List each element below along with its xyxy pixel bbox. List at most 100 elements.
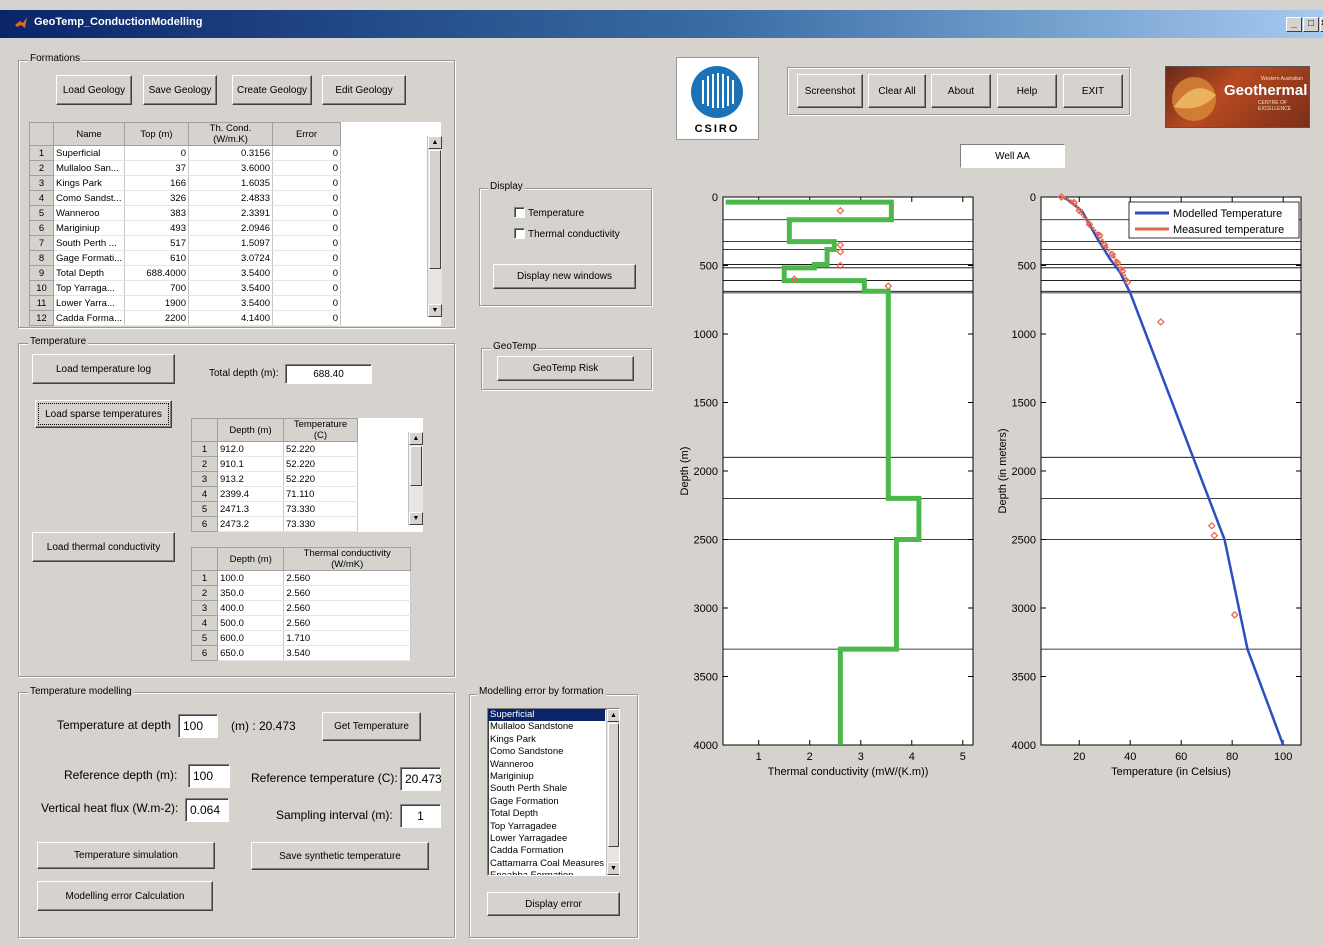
table-row[interactable]: 5 600.0 1.710: [190, 630, 411, 646]
temperature-simulation-button[interactable]: Temperature simulation: [37, 842, 215, 869]
scroll-down-arrow[interactable]: ▼: [428, 304, 442, 317]
table-cell[interactable]: 326: [124, 190, 189, 206]
table-cell[interactable]: 912.0: [217, 441, 284, 457]
table-row[interactable]: 12 Cadda Forma... 2200 4.1400 0: [29, 310, 441, 326]
table-cell[interactable]: 2.3391: [188, 205, 273, 221]
table-cell[interactable]: 37: [124, 160, 189, 176]
table-cell[interactable]: 52.220: [283, 471, 358, 487]
scroll-down-arrow[interactable]: ▼: [409, 512, 423, 525]
table-cell[interactable]: 517: [124, 235, 189, 251]
table-row[interactable]: 7 South Perth ... 517 1.5097 0: [29, 235, 441, 251]
table-cell[interactable]: 2471.3: [217, 501, 284, 517]
table-cell[interactable]: 383: [124, 205, 189, 221]
table-cell[interactable]: 400.0: [217, 600, 285, 616]
scroll-thumb[interactable]: [410, 446, 422, 486]
table-row[interactable]: 9 Total Depth 688.4000 3.5400 0: [29, 265, 441, 281]
table-cell[interactable]: 2.560: [283, 615, 411, 631]
table-row[interactable]: 10 Top Yarraga... 700 3.5400 0: [29, 280, 441, 296]
table-cell[interactable]: 73.330: [283, 516, 358, 532]
load-temperature-log-button[interactable]: Load temperature log: [32, 354, 175, 384]
about-button[interactable]: About: [931, 74, 991, 108]
table-row[interactable]: 1 Superficial 0 0.3156 0: [29, 145, 441, 161]
table-row[interactable]: 6 650.0 3.540: [190, 645, 411, 661]
scroll-thumb[interactable]: [608, 723, 619, 847]
load-sparse-temperatures-button[interactable]: Load sparse temperatures: [35, 400, 172, 428]
table-cell[interactable]: 0: [272, 310, 341, 326]
list-item[interactable]: South Perth Shale: [488, 783, 605, 795]
table-cell[interactable]: 0: [272, 235, 341, 251]
help-button[interactable]: Help: [997, 74, 1057, 108]
table-cell[interactable]: 913.2: [217, 471, 284, 487]
scroll-up-arrow[interactable]: ▲: [607, 709, 619, 722]
table-row[interactable]: 1 912.0 52.220: [191, 441, 423, 457]
table-row[interactable]: 6 2473.2 73.330: [191, 516, 423, 532]
geotemp-risk-button[interactable]: GeoTemp Risk: [497, 356, 634, 381]
table-row[interactable]: 2 350.0 2.560: [190, 585, 411, 601]
table-row[interactable]: 5 Wanneroo 383 2.3391 0: [29, 205, 441, 221]
table-cell[interactable]: 3.5400: [188, 295, 273, 311]
table-cell[interactable]: Gage Formati...: [53, 250, 125, 266]
table-cell[interactable]: 3.5400: [188, 265, 273, 281]
table-row[interactable]: 8 Gage Formati... 610 3.0724 0: [29, 250, 441, 266]
table-cell[interactable]: 493: [124, 220, 189, 236]
table-cell[interactable]: 4.1400: [188, 310, 273, 326]
sparse-temperatures-table[interactable]: Depth (m) Temperature (C) 1 912.0 52.220 2 9…: [191, 418, 423, 532]
table-row[interactable]: 3 Kings Park 166 1.6035 0: [29, 175, 441, 191]
list-item[interactable]: Top Yarragadee: [488, 821, 605, 833]
table-row[interactable]: 2 910.1 52.220: [191, 456, 423, 472]
save-synthetic-temperature-button[interactable]: Save synthetic temperature: [251, 842, 429, 870]
formation-list-scrollbar[interactable]: ▲ ▼: [606, 709, 619, 875]
table-cell[interactable]: 3.540: [283, 645, 411, 661]
table-cell[interactable]: Mariginiup: [53, 220, 125, 236]
table-cell[interactable]: 0: [124, 145, 189, 161]
table-row[interactable]: 5 2471.3 73.330: [191, 501, 423, 517]
table-cell[interactable]: Como Sandst...: [53, 190, 125, 206]
table-cell[interactable]: 0: [272, 280, 341, 296]
table-cell[interactable]: 700: [124, 280, 189, 296]
table-cell[interactable]: 3.0724: [188, 250, 273, 266]
table-cell[interactable]: 1.710: [283, 630, 411, 646]
table-cell[interactable]: 2399.4: [217, 486, 284, 502]
clear-all-button[interactable]: Clear All: [868, 74, 926, 108]
table-cell[interactable]: 0: [272, 265, 341, 281]
reference-temperature-field[interactable]: 20.473: [400, 767, 442, 791]
load-thermal-conductivity-button[interactable]: Load thermal conductivity: [32, 532, 175, 562]
table-cell[interactable]: 910.1: [217, 456, 284, 472]
well-name-field[interactable]: Well AA: [960, 144, 1065, 168]
table-cell[interactable]: 2.560: [283, 570, 411, 586]
table-cell[interactable]: Superficial: [53, 145, 125, 161]
list-item[interactable]: Eneabba Formation: [488, 870, 605, 875]
list-item[interactable]: Wanneroo: [488, 759, 605, 771]
table-cell[interactable]: 52.220: [283, 456, 358, 472]
minimize-button[interactable]: _: [1286, 17, 1302, 32]
formations-scrollbar[interactable]: ▲ ▼: [427, 136, 442, 317]
formation-error-listbox[interactable]: Superficial Mullaloo Sandstone Kings Park C…: [487, 708, 620, 876]
list-item[interactable]: Como Sandstone: [488, 746, 605, 758]
table-row[interactable]: 3 913.2 52.220: [191, 471, 423, 487]
table-cell[interactable]: Lower Yarra...: [53, 295, 125, 311]
table-cell[interactable]: 610: [124, 250, 189, 266]
sampling-interval-field[interactable]: 1: [400, 804, 441, 828]
table-cell[interactable]: 0: [272, 295, 341, 311]
load-geology-button[interactable]: Load Geology: [56, 75, 132, 105]
table-cell[interactable]: 0: [272, 250, 341, 266]
table-cell[interactable]: 0: [272, 220, 341, 236]
table-cell[interactable]: 0: [272, 145, 341, 161]
table-cell[interactable]: 2.560: [283, 600, 411, 616]
temp-at-depth-field[interactable]: 100: [178, 714, 218, 738]
table-cell[interactable]: 0.3156: [188, 145, 273, 161]
list-item[interactable]: Mullaloo Sandstone: [488, 721, 605, 733]
conductivity-table[interactable]: Depth (m) Thermal conductivity (W/mK) 11…: [190, 547, 411, 661]
list-item[interactable]: Mariginiup: [488, 771, 605, 783]
temperature-checkbox[interactable]: [514, 207, 525, 218]
table-cell[interactable]: 2.4833: [188, 190, 273, 206]
table-cell[interactable]: Cadda Forma...: [53, 310, 125, 326]
table-cell[interactable]: 100.0: [217, 570, 285, 586]
table-row[interactable]: 6 Mariginiup 493 2.0946 0: [29, 220, 441, 236]
table-cell[interactable]: 1900: [124, 295, 189, 311]
table-cell[interactable]: 600.0: [217, 630, 285, 646]
table-cell[interactable]: 0: [272, 160, 341, 176]
table-row[interactable]: 11 Lower Yarra... 1900 3.5400 0: [29, 295, 441, 311]
temperatures-scrollbar[interactable]: ▲ ▼: [408, 432, 423, 525]
table-cell[interactable]: 52.220: [283, 441, 358, 457]
